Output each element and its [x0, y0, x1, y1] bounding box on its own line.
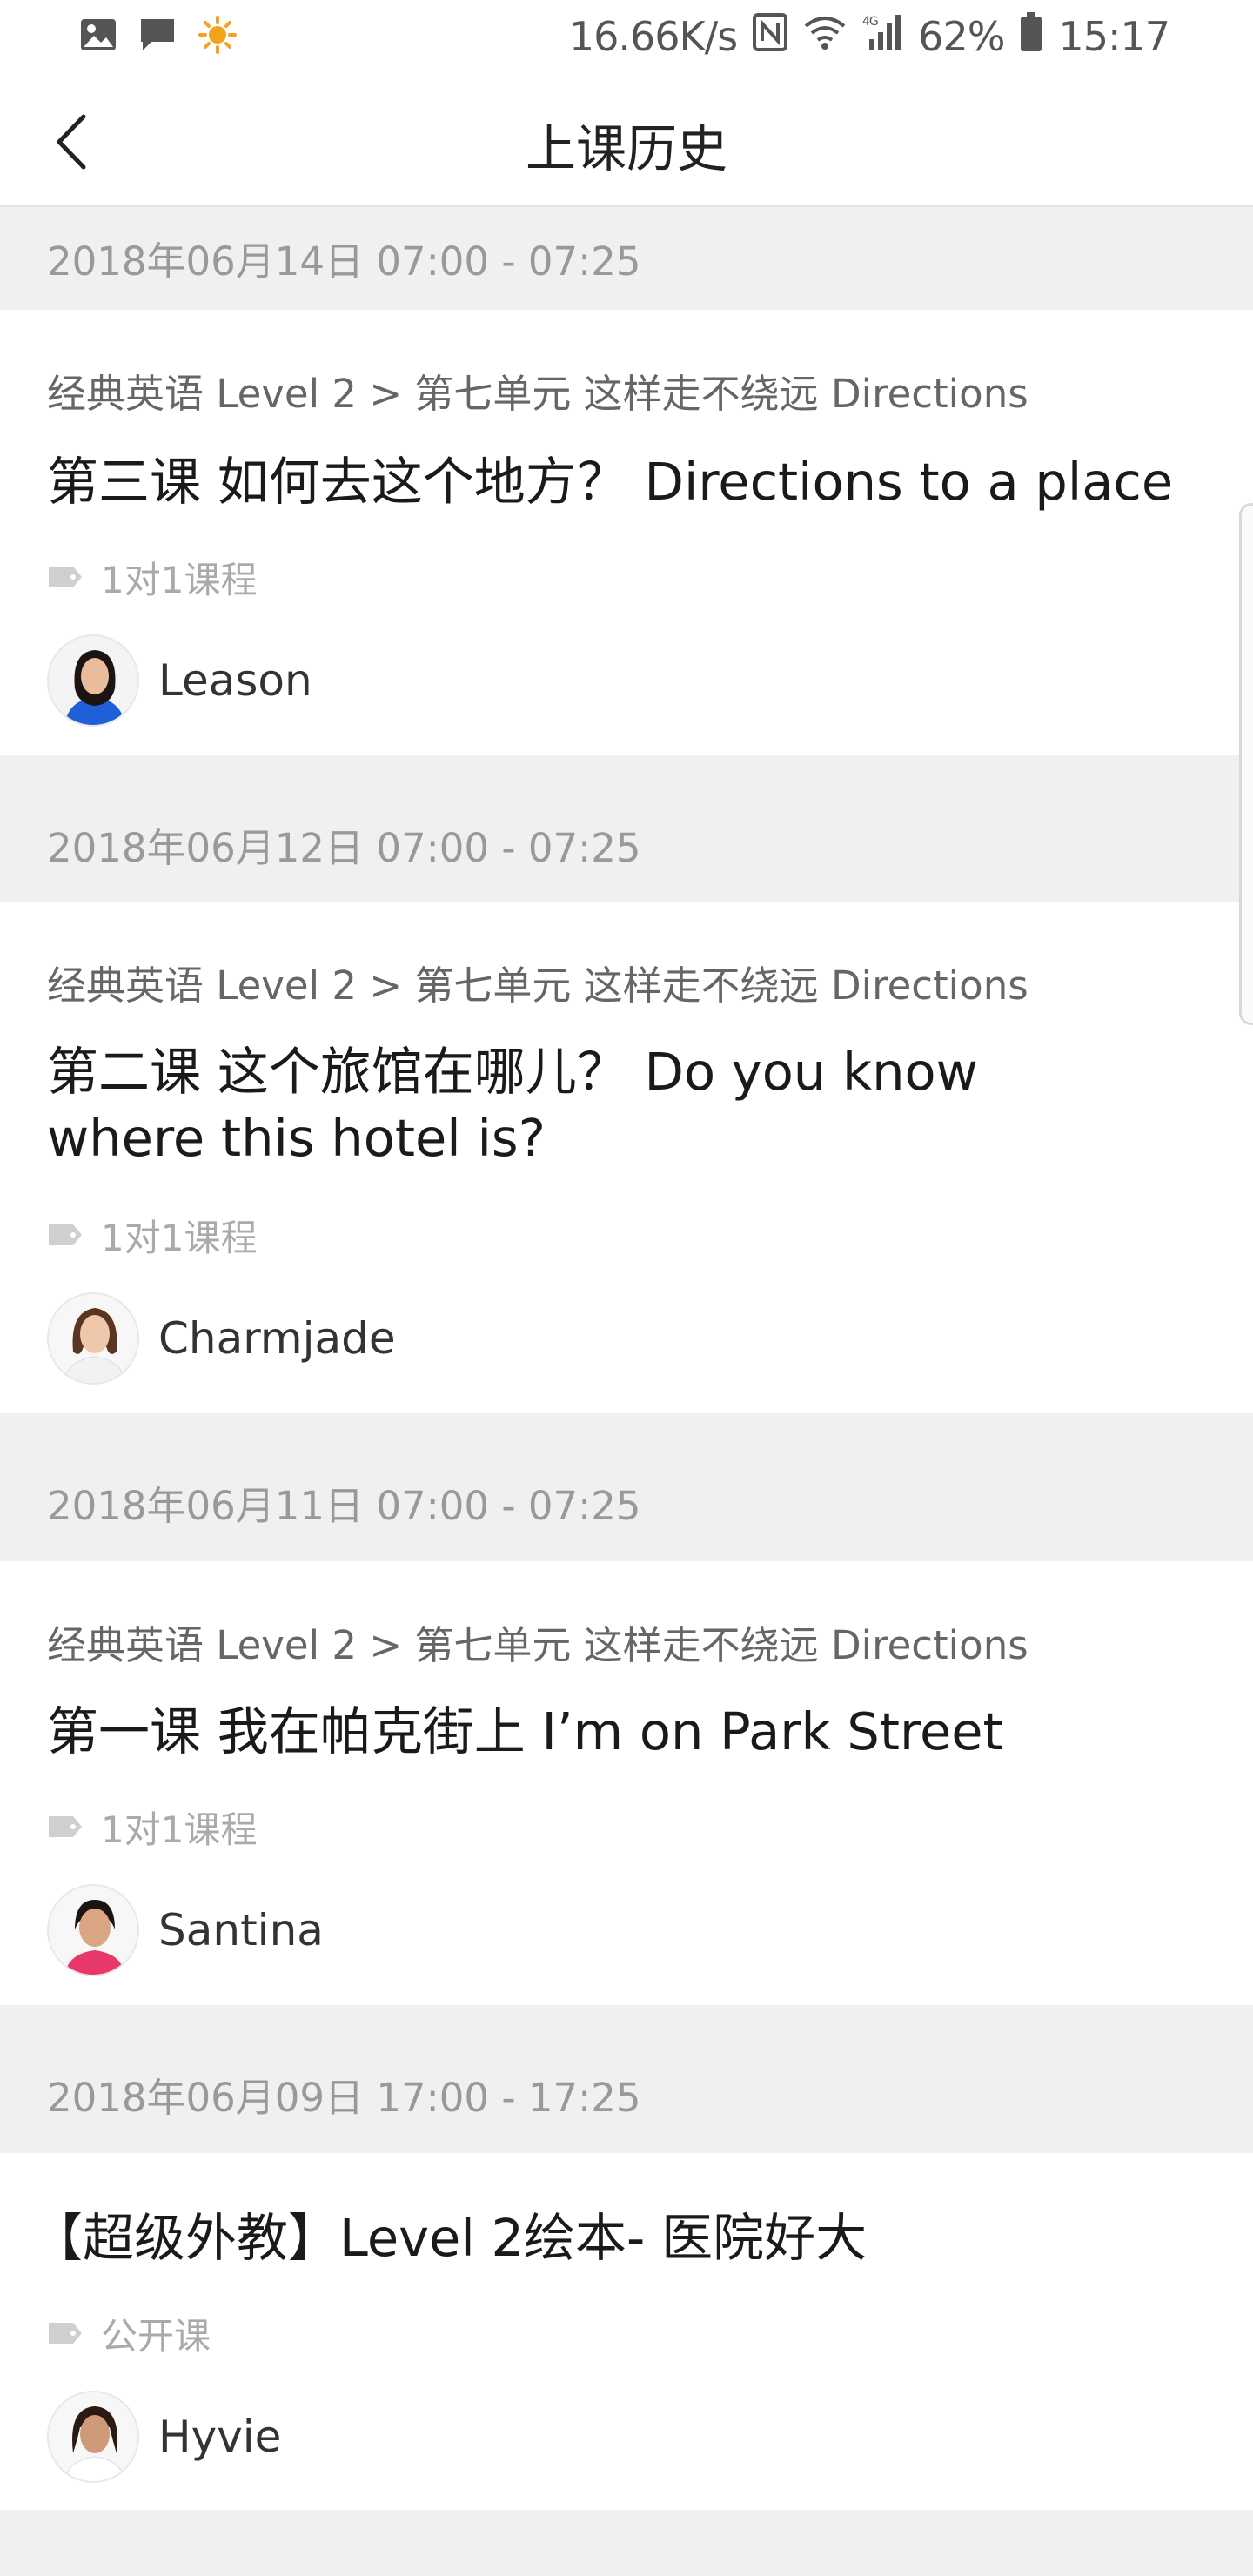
lesson-date: 2018年06月14日 07:00 - 07:25 [47, 238, 641, 285]
teacher-row: Charmjade [47, 1291, 396, 1385]
status-right: 16.66K/s 4G 62% 15:17 [568, 11, 1170, 62]
teacher-row: Leason [47, 634, 312, 728]
tag-icon [49, 1816, 82, 1837]
course-breadcrumb: 经典英语 Level 2 > 第七单元 这样走不绕远 Directions [47, 1622, 1029, 1668]
image-icon [80, 18, 117, 55]
status-left-icons [80, 16, 237, 57]
lesson-date: 2018年06月11日 07:00 - 07:25 [47, 1483, 641, 1529]
lesson-date: 2018年06月09日 17:00 - 17:25 [47, 2075, 641, 2121]
date-header: 2018年06月09日 17:00 - 17:25 [0, 2005, 1253, 2153]
teacher-name: Leason [158, 655, 312, 706]
lesson-card[interactable]: 经典英语 Level 2 > 第七单元 这样走不绕远 Directions 第三… [0, 310, 1253, 755]
app-header: 上课历史 [0, 75, 1253, 207]
battery-percent: 62% [918, 13, 1005, 60]
lesson-type: 公开课 [101, 2314, 211, 2358]
teacher-avatar [47, 1292, 139, 1385]
course-breadcrumb: 经典英语 Level 2 > 第七单元 这样走不绕远 Directions [47, 371, 1029, 417]
teacher-avatar [47, 2391, 139, 2483]
lesson-card[interactable]: 经典英语 Level 2 > 第七单元 这样走不绕远 Directions 第二… [0, 902, 1253, 1413]
page: 16.66K/s 4G 62% 15:17 上课历史 2018年06月14日 0… [0, 0, 1253, 2576]
lesson-type: 1对1课程 [101, 558, 258, 601]
teacher-name: Santina [158, 1905, 324, 1955]
status-bar: 16.66K/s 4G 62% 15:17 [0, 0, 1253, 75]
teacher-row: Hyvie [47, 2390, 281, 2484]
signal-icon: 4G [862, 13, 902, 61]
lesson-title: 第三课 如何去这个地方？ Directions to a place [47, 452, 1174, 512]
wifi-icon [803, 13, 847, 60]
course-breadcrumb: 经典英语 Level 2 > 第七单元 这样走不绕远 Directions [47, 963, 1029, 1009]
lesson-title: 第二课 这个旅馆在哪儿？ Do you know where this hote… [47, 1042, 978, 1168]
tag-icon [49, 2323, 82, 2344]
lesson-tag: 1对1课程 [47, 1805, 257, 1851]
lesson-card[interactable]: 【超级外教】Level 2绘本- 医院好大 公开课 Hyvie [0, 2153, 1253, 2510]
teacher-avatar [47, 1884, 139, 1976]
teacher-name: Charmjade [158, 1313, 396, 1364]
teacher-avatar [47, 634, 139, 727]
lesson-type: 1对1课程 [101, 1216, 258, 1259]
date-header: 2018年06月14日 07:00 - 07:25 [0, 209, 1253, 310]
battery-icon [1020, 11, 1042, 62]
tag-icon [49, 1224, 82, 1245]
svg-text:4G: 4G [862, 15, 878, 29]
clock: 15:17 [1058, 13, 1170, 60]
lesson-tag: 1对1课程 [47, 555, 257, 601]
message-icon [139, 17, 176, 56]
lesson-title: 【超级外教】Level 2绘本- 医院好大 [31, 2208, 868, 2268]
teacher-row: Santina [47, 1883, 324, 1977]
lesson-tag: 公开课 [47, 2311, 211, 2358]
page-title: 上课历史 [525, 119, 727, 178]
teacher-name: Hyvie [158, 2412, 282, 2462]
date-header: 2018年06月11日 07:00 - 07:25 [0, 1413, 1253, 1561]
lesson-title: 第一课 我在帕克街上 I’m on Park Street [47, 1701, 1003, 1761]
network-speed: 16.66K/s [568, 13, 738, 60]
nfc-icon [753, 12, 788, 61]
scroll-handle[interactable] [1239, 503, 1253, 1025]
weather-sun-icon [198, 16, 237, 57]
tag-icon [49, 567, 82, 587]
lesson-card[interactable]: 经典英语 Level 2 > 第七单元 这样走不绕远 Directions 第一… [0, 1561, 1253, 2005]
lesson-date: 2018年06月12日 07:00 - 07:25 [47, 825, 641, 871]
date-header: 2018年06月12日 07:00 - 07:25 [0, 755, 1253, 902]
lesson-tag: 1对1课程 [47, 1213, 257, 1259]
lesson-type: 1对1课程 [101, 1808, 258, 1851]
